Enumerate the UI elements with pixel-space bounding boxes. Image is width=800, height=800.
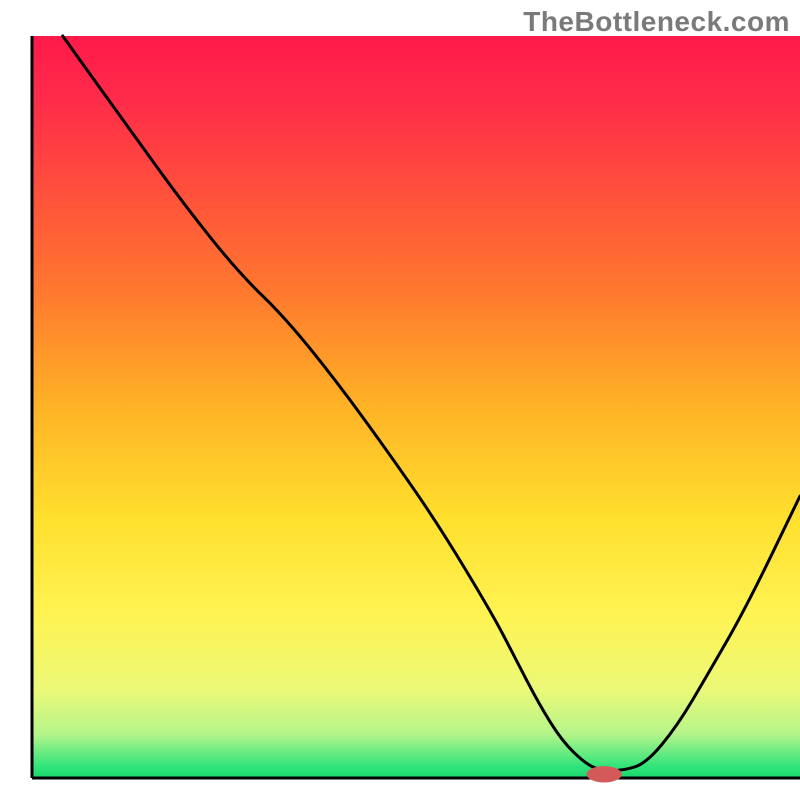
plot-background: [32, 36, 800, 778]
watermark-text: TheBottleneck.com: [523, 6, 790, 38]
bottleneck-chart: TheBottleneck.com: [0, 0, 800, 800]
optimum-marker: [586, 766, 621, 782]
plot-svg: [0, 0, 800, 800]
